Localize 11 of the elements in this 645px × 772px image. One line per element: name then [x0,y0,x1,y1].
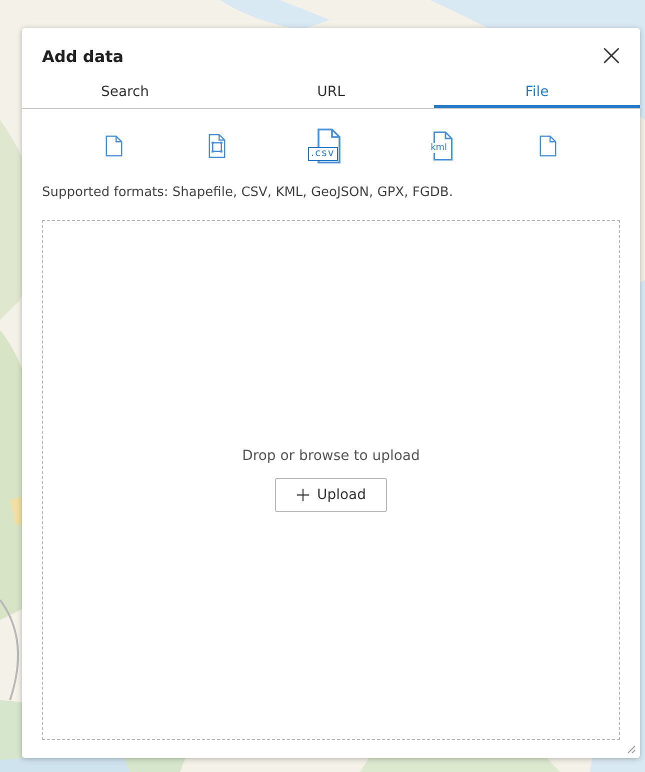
tab[interactable]: File [434,78,640,108]
drop-zone[interactable]: Drop or browse to upload Upload [42,220,620,740]
tab[interactable]: URL [228,78,434,108]
resize-grip-icon[interactable] [626,744,636,754]
tab[interactable]: Search [22,78,228,108]
plus-icon [296,488,310,502]
supported-formats-text: Supported formats: Shapefile, CSV, KML, GeoJSON, GPX, FGDB. [41,185,454,200]
upload-button[interactable]: Upload [274,478,388,512]
drop-instructions: Drop or browse to upload [242,448,420,464]
close-button[interactable]: × [598,42,624,70]
dialog-title: Add data [42,46,124,66]
